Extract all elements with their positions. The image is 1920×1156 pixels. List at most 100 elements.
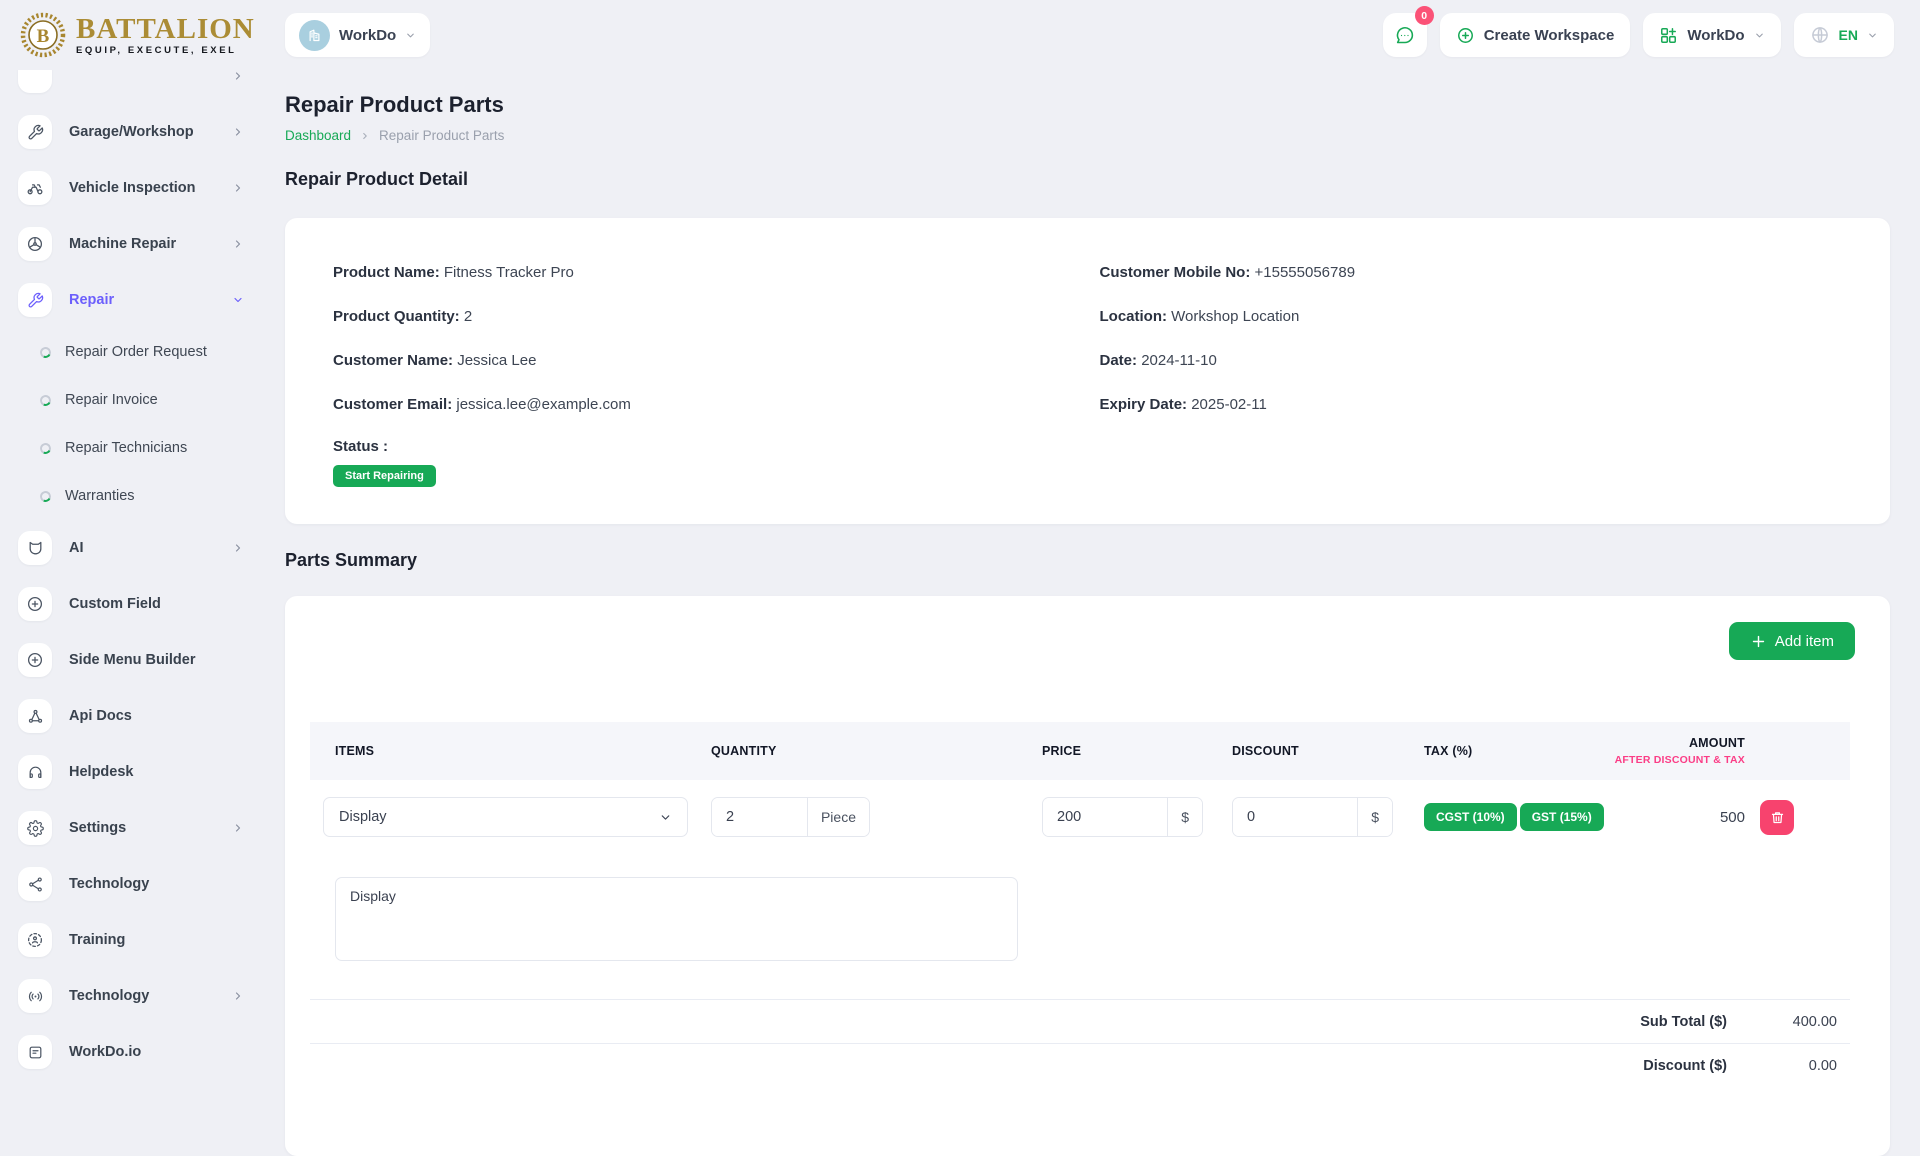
- chevron-down-icon: [1867, 30, 1878, 41]
- workspace-switcher[interactable]: WorkDo: [285, 13, 430, 57]
- sidebar-item-label: WorkDo.io: [69, 1044, 141, 1060]
- sidebar-item-training[interactable]: Training: [18, 912, 254, 968]
- item-description-textarea[interactable]: Display: [335, 877, 1018, 961]
- chevron-down-icon: [659, 811, 672, 824]
- status-badge[interactable]: Start Repairing: [333, 465, 436, 487]
- quantity-input[interactable]: [712, 798, 807, 836]
- sidebar-item-helpdesk[interactable]: Helpdesk: [18, 744, 254, 800]
- gear-icon: [18, 811, 52, 845]
- column-header-price: PRICE: [1042, 744, 1232, 758]
- amount-subnote: AFTER DISCOUNT & TAX: [1610, 754, 1745, 766]
- price-currency-label: $: [1167, 798, 1202, 836]
- field-value: Jessica Lee: [457, 352, 536, 369]
- messages-button[interactable]: 0: [1383, 13, 1427, 57]
- sidebar-item-ai[interactable]: AI: [18, 520, 254, 576]
- sidebar-item-vehicle-inspection[interactable]: Vehicle Inspection: [18, 160, 254, 216]
- tax-badge-gst[interactable]: GST (15%): [1520, 803, 1604, 831]
- tax-badge-cgst[interactable]: CGST (10%): [1424, 803, 1517, 831]
- sidebar-item-machine-repair[interactable]: Machine Repair: [18, 216, 254, 272]
- sidebar-item-label: Training: [69, 932, 125, 948]
- sidebar-subitem-label: Repair Order Request: [65, 344, 207, 360]
- sidebar-item-side-menu-builder[interactable]: Side Menu Builder: [18, 632, 254, 688]
- globe-icon: [1810, 25, 1830, 45]
- field-value: 2: [464, 308, 472, 325]
- sidebar-subitem-label: Repair Invoice: [65, 392, 158, 408]
- brand-logo[interactable]: B BATTALION EQUIP, EXECUTE, EXEL: [0, 12, 270, 58]
- discount-currency-label: $: [1357, 798, 1392, 836]
- document-icon: [18, 1035, 52, 1069]
- repair-product-detail-card: Product Name: Fitness Tracker Pro Produc…: [285, 218, 1890, 524]
- table-header-row: ITEMS QUANTITY PRICE DISCOUNT TAX (%) AM…: [310, 722, 1850, 780]
- status-ring-icon: [38, 489, 52, 503]
- chevron-right-icon: [232, 182, 244, 194]
- create-workspace-button[interactable]: Create Workspace: [1440, 13, 1631, 57]
- sidebar-item-api-docs[interactable]: Api Docs: [18, 688, 254, 744]
- field-customer-email: Customer Email: jessica.lee@example.com: [333, 394, 1088, 416]
- sidebar-item-label: Api Docs: [69, 708, 132, 724]
- column-header-items: ITEMS: [310, 744, 711, 758]
- circle-plus-icon: [18, 587, 52, 621]
- sidebar-item-repair[interactable]: Repair: [18, 272, 254, 328]
- headphones-icon: [18, 755, 52, 789]
- discount-total-value: 0.00: [1727, 1058, 1837, 1074]
- chevron-right-icon: [232, 238, 244, 250]
- workspace-menu-button[interactable]: WorkDo: [1643, 13, 1780, 57]
- sidebar-item-label: AI: [69, 540, 84, 556]
- sidebar-item-warranties[interactable]: Warranties: [18, 472, 254, 520]
- field-label: Date:: [1100, 352, 1138, 369]
- plus-icon: [1750, 633, 1767, 650]
- field-date: Date: 2024-11-10: [1100, 350, 1843, 372]
- sidebar-subitem-label: Repair Technicians: [65, 440, 187, 456]
- sidebar-item-workdo-io[interactable]: WorkDo.io: [18, 1024, 254, 1080]
- item-select[interactable]: Display: [323, 797, 688, 837]
- sidebar-item-garage-workshop[interactable]: Garage/Workshop: [18, 104, 254, 160]
- field-value: 2024-11-10: [1141, 352, 1217, 369]
- sidebar-item-technology-2[interactable]: Technology: [18, 968, 254, 1024]
- sidebar-item-label: Helpdesk: [69, 764, 133, 780]
- sidebar-item-repair-invoice[interactable]: Repair Invoice: [18, 376, 254, 424]
- circle-plus-icon: [18, 643, 52, 677]
- wrench-icon: [18, 115, 52, 149]
- sidebar-item-label: Custom Field: [69, 596, 161, 612]
- column-header-quantity: QUANTITY: [711, 744, 1042, 758]
- sidebar-item-repair-technicians[interactable]: Repair Technicians: [18, 424, 254, 472]
- language-code: EN: [1839, 27, 1858, 43]
- subtotal-value: 400.00: [1727, 1014, 1837, 1030]
- breadcrumb-dashboard-link[interactable]: Dashboard: [285, 128, 351, 143]
- sidebar-item-custom-field[interactable]: Custom Field: [18, 576, 254, 632]
- add-item-button[interactable]: Add item: [1729, 622, 1855, 660]
- trash-icon: [1770, 810, 1785, 825]
- create-workspace-label: Create Workspace: [1484, 27, 1615, 44]
- chevron-right-icon: [232, 990, 244, 1002]
- messages-count-badge: 0: [1415, 6, 1434, 25]
- sidebar-subitem-label: Warranties: [65, 488, 135, 504]
- sidebar-item-label: Vehicle Inspection: [69, 180, 196, 196]
- column-header-amount: AMOUNT AFTER DISCOUNT & TAX: [1610, 736, 1745, 766]
- motorcycle-icon: [18, 171, 52, 205]
- sidebar-item-repair-order-request[interactable]: Repair Order Request: [18, 328, 254, 376]
- delete-row-button[interactable]: [1760, 800, 1794, 835]
- price-input[interactable]: [1043, 798, 1167, 836]
- breadcrumb: Dashboard Repair Product Parts: [285, 128, 1890, 143]
- field-expiry-date: Expiry Date: 2025-02-11: [1100, 394, 1843, 416]
- sidebar-item-label: Machine Repair: [69, 236, 176, 252]
- language-selector[interactable]: EN: [1794, 13, 1894, 57]
- sidebar-item-settings[interactable]: Settings: [18, 800, 254, 856]
- share-nodes-icon: [18, 699, 52, 733]
- field-value: 2025-02-11: [1191, 396, 1267, 413]
- sidebar-item-label: Settings: [69, 820, 126, 836]
- discount-input[interactable]: [1233, 798, 1357, 836]
- brand-tagline: EQUIP, EXECUTE, EXEL: [76, 45, 255, 56]
- field-product-quantity: Product Quantity: 2: [333, 306, 1088, 328]
- cat-icon: [18, 531, 52, 565]
- field-label: Expiry Date:: [1100, 396, 1188, 413]
- field-location: Location: Workshop Location: [1100, 306, 1843, 328]
- chat-bubble-icon: [1394, 25, 1415, 46]
- sidebar-item-technology[interactable]: Technology: [18, 856, 254, 912]
- sidebar-item-label: Side Menu Builder: [69, 652, 196, 668]
- field-value: Workshop Location: [1171, 308, 1299, 325]
- breadcrumb-current: Repair Product Parts: [379, 128, 504, 143]
- hub-icon: [18, 867, 52, 901]
- chevron-down-icon: [405, 30, 416, 41]
- totals-section: Sub Total ($) 400.00 Discount ($) 0.00: [310, 999, 1850, 1087]
